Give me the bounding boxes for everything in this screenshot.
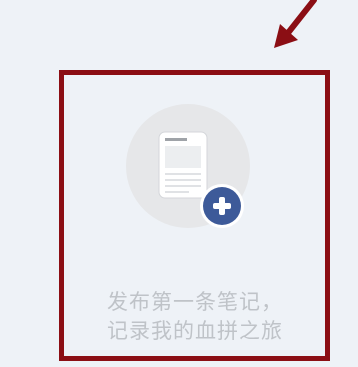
empty-state-message-line1: 发布第一条笔记， bbox=[107, 290, 283, 314]
notes-empty-page: 发布第一条笔记， 记录我的血拼之旅 bbox=[0, 0, 358, 367]
empty-state-message: 发布第一条笔记， 记录我的血拼之旅 bbox=[80, 288, 310, 346]
plus-badge-icon bbox=[200, 184, 244, 228]
arrow-down-left-icon bbox=[274, 0, 317, 48]
empty-state-message-line2: 记录我的血拼之旅 bbox=[107, 319, 283, 343]
new-note-icon[interactable] bbox=[126, 104, 250, 228]
